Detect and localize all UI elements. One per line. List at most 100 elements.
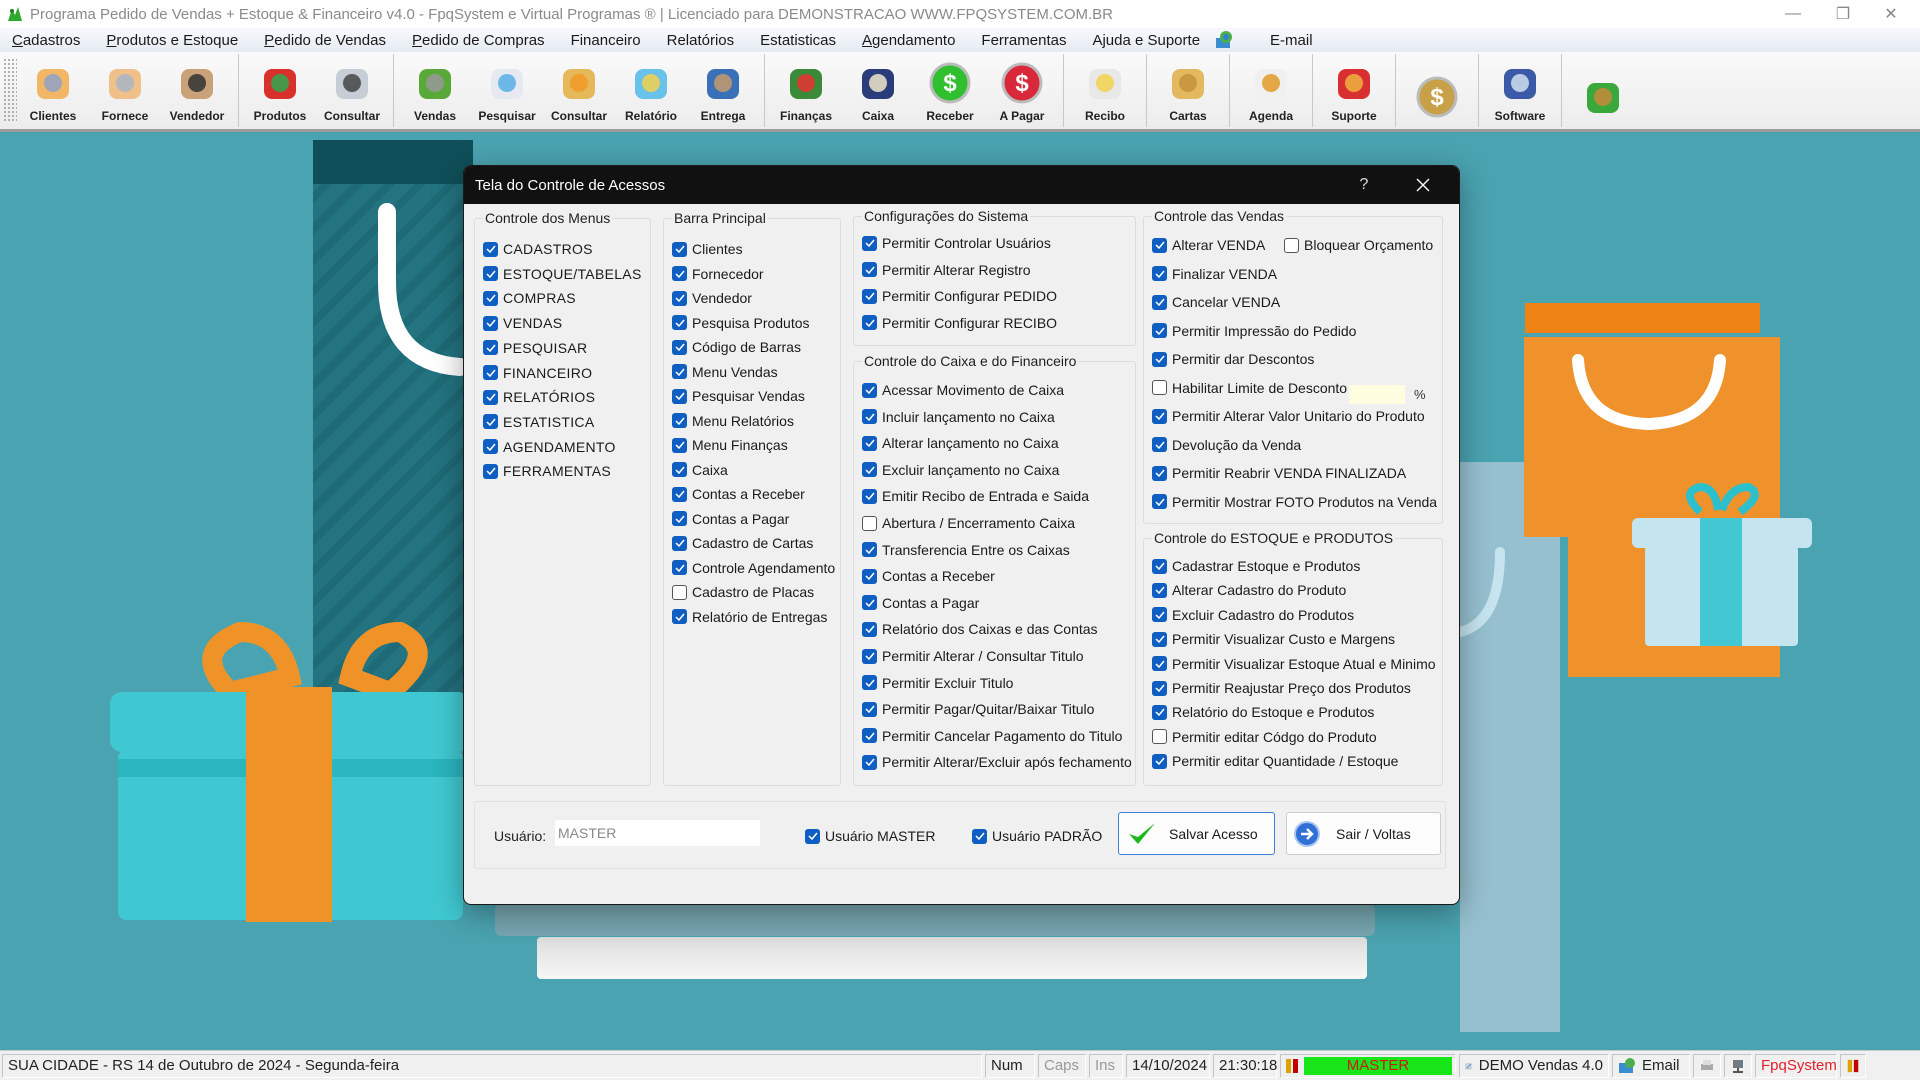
checkbox-permitir-visualizar-estoque-atual-e-minimo[interactable]: Permitir Visualizar Estoque Atual e Mini…	[1152, 656, 1436, 672]
menu-pedido-de-compras[interactable]: Pedido de Compras	[400, 32, 559, 49]
checkbox-relatorio-do-estoque-e-produtos[interactable]: Relatório do Estoque e Produtos	[1152, 704, 1374, 720]
toolbar-button-cartas[interactable]: Cartas	[1152, 52, 1224, 129]
toolbar-button-clientes[interactable]: Clientes	[17, 52, 89, 129]
checkbox-permitir-mostrar-foto-produtos-na-venda[interactable]: Permitir Mostrar FOTO Produtos na Venda	[1152, 494, 1437, 510]
checkbox-cadastrar-estoque-e-produtos[interactable]: Cadastrar Estoque e Produtos	[1152, 558, 1360, 574]
checkbox-permitir-impressao-do-pedido[interactable]: Permitir Impressão do Pedido	[1152, 323, 1356, 339]
checkbox-permitir-alterar-registro[interactable]: Permitir Alterar Registro	[862, 262, 1031, 278]
toolbar-button-caixa[interactable]: Caixa	[842, 52, 914, 129]
checkbox-compras[interactable]: COMPRAS	[483, 290, 576, 306]
checkbox-permitir-visualizar-custo-e-margens[interactable]: Permitir Visualizar Custo e Margens	[1152, 631, 1395, 647]
checkbox-excluir-lancamento-no-caixa[interactable]: Excluir lançamento no Caixa	[862, 462, 1059, 478]
menu-ajuda-e-suporte[interactable]: Ajuda e Suporte	[1080, 32, 1214, 49]
checkbox-usuario-master[interactable]: Usuário MASTER	[805, 828, 935, 844]
checkbox-clientes[interactable]: Clientes	[672, 241, 743, 257]
checkbox-permitir-configurar-recibo[interactable]: Permitir Configurar RECIBO	[862, 315, 1057, 331]
checkbox-transferencia-entre-os-caixas[interactable]: Transferencia Entre os Caixas	[862, 542, 1070, 558]
checkbox-controle-agendamento[interactable]: Controle Agendamento	[672, 560, 835, 576]
status-network[interactable]	[1724, 1053, 1752, 1078]
menu-produtos-e-estoque[interactable]: Produtos e Estoque	[94, 32, 252, 49]
checkbox-devolucao-da-venda[interactable]: Devolução da Venda	[1152, 437, 1301, 453]
checkbox-permitir-alterar-excluir-apos-fechamento[interactable]: Permitir Alterar/Excluir após fechamento	[862, 754, 1132, 770]
checkbox-cancelar-venda[interactable]: Cancelar VENDA	[1152, 294, 1280, 310]
checkbox-alterar-cadastro-do-produto[interactable]: Alterar Cadastro do Produto	[1152, 582, 1346, 598]
menu-e-mail[interactable]: E-mail	[1258, 32, 1327, 49]
help-button[interactable]: ?	[1349, 166, 1379, 204]
checkbox-permitir-editar-quantidade-estoque[interactable]: Permitir editar Quantidade / Estoque	[1152, 753, 1398, 769]
checkbox-relatorios[interactable]: RELATÓRIOS	[483, 389, 595, 405]
limite-desconto-input[interactable]	[1349, 385, 1405, 404]
close-dialog-button[interactable]	[1403, 166, 1443, 204]
checkbox-financeiro[interactable]: FINANCEIRO	[483, 365, 592, 381]
toolbar-button-vendas[interactable]: Vendas	[399, 52, 471, 129]
checkbox-agendamento[interactable]: AGENDAMENTO	[483, 439, 616, 455]
checkbox-estoque-tabelas[interactable]: ESTOQUE/TABELAS	[483, 266, 642, 282]
checkbox-contas-a-pagar[interactable]: Contas a Pagar	[672, 511, 789, 527]
toolbar-button-receber[interactable]: $ Receber	[914, 52, 986, 129]
checkbox-permitir-pagar-quitar-baixar-titulo[interactable]: Permitir Pagar/Quitar/Baixar Titulo	[862, 701, 1094, 717]
checkbox-bloquear-orcamento[interactable]: Bloquear Orçamento	[1284, 237, 1433, 253]
toolbar-grip[interactable]	[3, 58, 17, 123]
checkbox-contas-a-pagar[interactable]: Contas a Pagar	[862, 595, 979, 611]
checkbox-finalizar-venda[interactable]: Finalizar VENDA	[1152, 266, 1277, 282]
toolbar-button-consultar[interactable]: Consultar	[316, 52, 388, 129]
toolbar-button-relat-rio[interactable]: Relatório	[615, 52, 687, 129]
checkbox-permitir-dar-descontos[interactable]: Permitir dar Descontos	[1152, 351, 1314, 367]
checkbox-alterar-venda[interactable]: Alterar VENDA	[1152, 237, 1265, 253]
menu-estatisticas[interactable]: Estatisticas	[748, 32, 850, 49]
checkbox-estatistica[interactable]: ESTATISTICA	[483, 414, 594, 430]
toolbar-button-fornece[interactable]: Fornece	[89, 52, 161, 129]
checkbox-cadastro-de-placas[interactable]: Cadastro de Placas	[672, 584, 814, 600]
toolbar-button-software[interactable]: Software	[1484, 52, 1556, 129]
checkbox-permitir-alterar-consultar-titulo[interactable]: Permitir Alterar / Consultar Titulo	[862, 648, 1084, 664]
menu-financeiro[interactable]: Financeiro	[559, 32, 655, 49]
menu-pedido-de-vendas[interactable]: Pedido de Vendas	[252, 32, 400, 49]
checkbox-pesquisar-vendas[interactable]: Pesquisar Vendas	[672, 388, 805, 404]
checkbox-permitir-cancelar-pagamento-do-titulo[interactable]: Permitir Cancelar Pagamento do Titulo	[862, 728, 1122, 744]
toolbar-button-finan-as[interactable]: Finanças	[770, 52, 842, 129]
help-globe-icon[interactable]	[1214, 30, 1234, 50]
checkbox-ferramentas[interactable]: FERRAMENTAS	[483, 463, 611, 479]
checkbox-caixa[interactable]: Caixa	[672, 462, 728, 478]
exit-button[interactable]: Sair / Voltas	[1286, 812, 1441, 855]
checkbox-usuario-padrao[interactable]: Usuário PADRÃO	[972, 828, 1102, 844]
checkbox-vendas[interactable]: VENDAS	[483, 315, 562, 331]
toolbar-button-suporte[interactable]: Suporte	[1318, 52, 1390, 129]
toolbar-button-agenda[interactable]: Agenda	[1235, 52, 1307, 129]
checkbox-permitir-editar-codgo-do-produto[interactable]: Permitir editar Códgo do Produto	[1152, 729, 1377, 745]
checkbox-menu-relatorios[interactable]: Menu Relatórios	[672, 413, 794, 429]
toolbar-button-recibo[interactable]: Recibo	[1069, 52, 1141, 129]
menu-cadastros[interactable]: Cadastros	[0, 32, 94, 49]
checkbox-menu-financas[interactable]: Menu Finanças	[672, 437, 788, 453]
checkbox-relatorio-dos-caixas-e-das-contas[interactable]: Relatório dos Caixas e das Contas	[862, 621, 1098, 637]
checkbox-emitir-recibo-de-entrada-e-saida[interactable]: Emitir Recibo de Entrada e Saida	[862, 488, 1089, 504]
checkbox-incluir-lancamento-no-caixa[interactable]: Incluir lançamento no Caixa	[862, 409, 1055, 425]
checkbox-alterar-lancamento-no-caixa[interactable]: Alterar lançamento no Caixa	[862, 435, 1059, 451]
menu-agendamento[interactable]: Agendamento	[850, 32, 969, 49]
checkbox-permitir-excluir-titulo[interactable]: Permitir Excluir Titulo	[862, 675, 1013, 691]
checkbox-menu-vendas[interactable]: Menu Vendas	[672, 364, 778, 380]
checkbox-fornecedor[interactable]: Fornecedor	[672, 266, 764, 282]
toolbar-button-pesquisar[interactable]: Pesquisar	[471, 52, 543, 129]
checkbox-cadastro-de-cartas[interactable]: Cadastro de Cartas	[672, 535, 813, 551]
checkbox-permitir-reabrir-venda-finalizada[interactable]: Permitir Reabrir VENDA FINALIZADA	[1152, 465, 1406, 481]
checkbox-pesquisa-produtos[interactable]: Pesquisa Produtos	[672, 315, 810, 331]
checkbox-permitir-controlar-usuarios[interactable]: Permitir Controlar Usuários	[862, 235, 1051, 251]
menu-ferramentas[interactable]: Ferramentas	[969, 32, 1080, 49]
checkbox-relatorio-de-entregas[interactable]: Relatório de Entregas	[672, 609, 827, 625]
checkbox-contas-a-receber[interactable]: Contas a Receber	[672, 486, 805, 502]
toolbar-button-produtos[interactable]: Produtos	[244, 52, 316, 129]
toolbar-button-entrega[interactable]: Entrega	[687, 52, 759, 129]
checkbox-pesquisar[interactable]: PESQUISAR	[483, 340, 587, 356]
user-input[interactable]	[555, 820, 760, 846]
status-email[interactable]: Email	[1612, 1053, 1690, 1078]
toolbar-button-a-pagar[interactable]: $ A Pagar	[986, 52, 1058, 129]
toolbar-button-exit-door[interactable]	[1567, 52, 1639, 129]
checkbox-habilitar-limite-de-desconto[interactable]: Habilitar Limite de Desconto	[1152, 380, 1347, 396]
checkbox-codigo-de-barras[interactable]: Código de Barras	[672, 339, 801, 355]
checkbox-acessar-movimento-de-caixa[interactable]: Acessar Movimento de Caixa	[862, 382, 1064, 398]
close-window-button[interactable]: ✕	[1862, 0, 1920, 28]
toolbar-button-vendedor[interactable]: Vendedor	[161, 52, 233, 129]
checkbox-contas-a-receber[interactable]: Contas a Receber	[862, 568, 995, 584]
checkbox-excluir-cadastro-do-produtos[interactable]: Excluir Cadastro do Produtos	[1152, 607, 1354, 623]
